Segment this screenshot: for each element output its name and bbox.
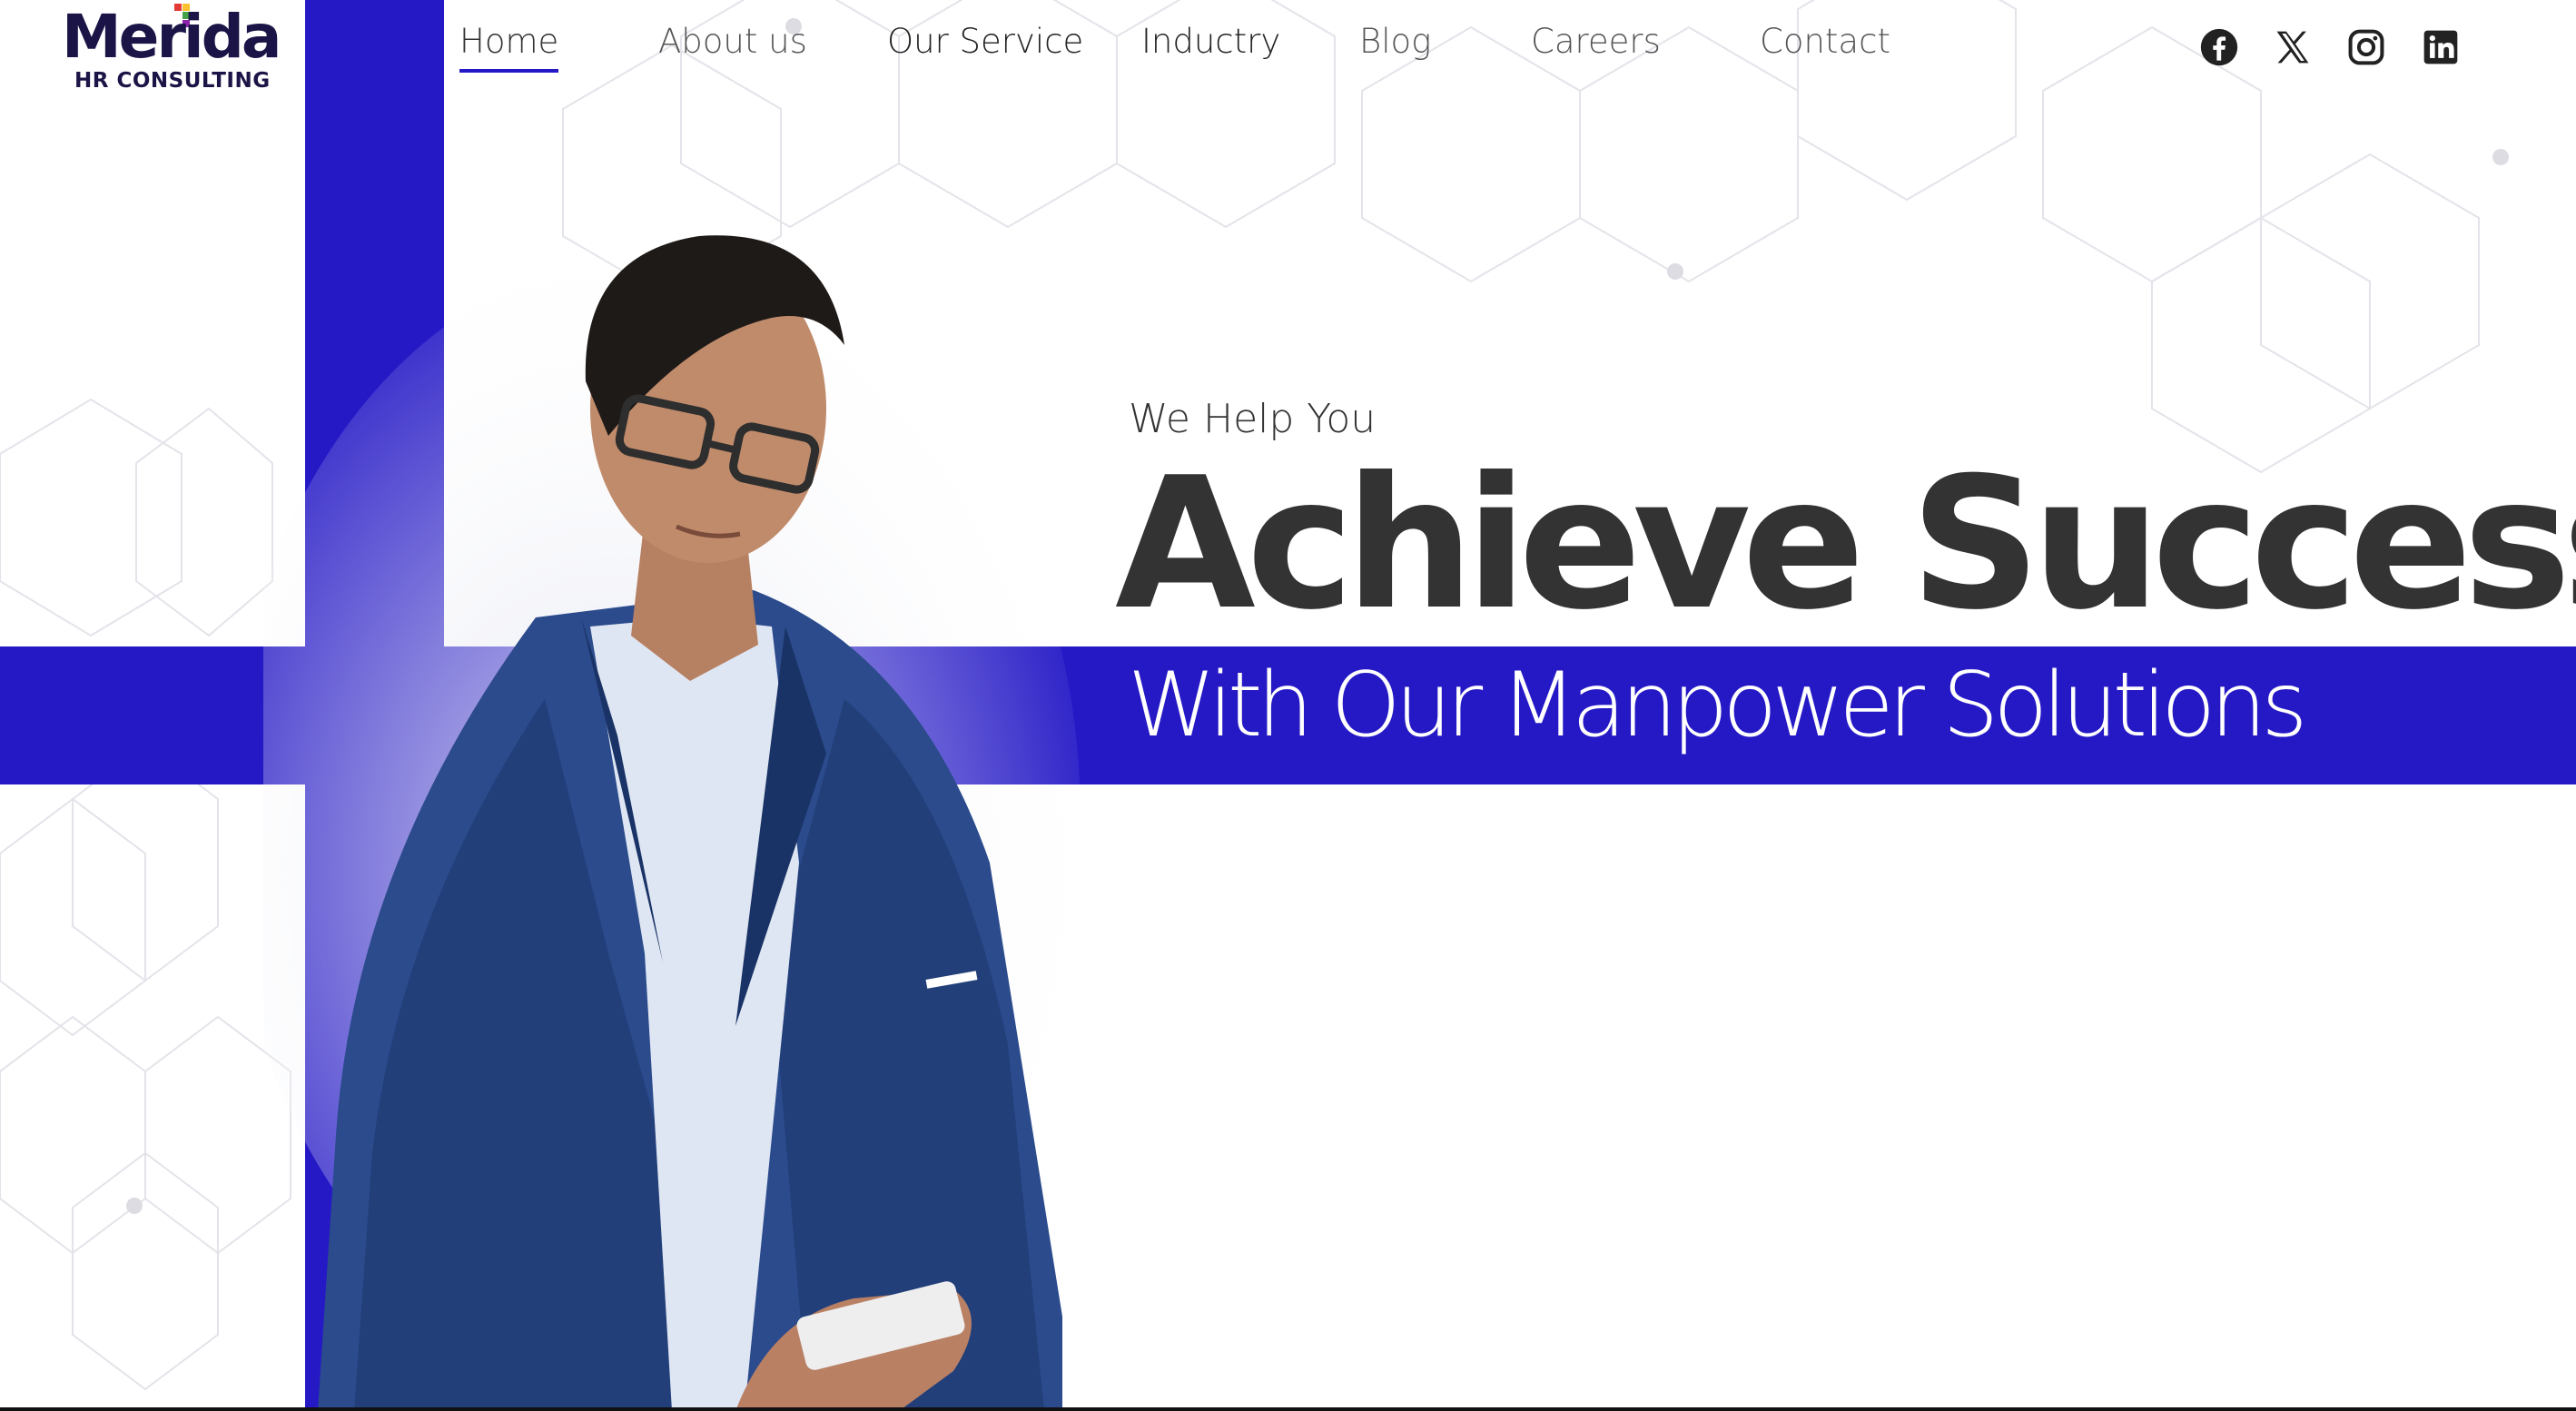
brand-name: Merida <box>62 2 281 72</box>
hero-subheadline: With Our Manpower Solutions <box>1128 654 2307 757</box>
nav-careers-label: Careers <box>1531 22 1661 61</box>
nav-home-label: Home <box>459 22 559 61</box>
hero-person-image <box>263 235 1081 1411</box>
page-bottom-border <box>0 1407 2576 1411</box>
instagram-icon[interactable] <box>2346 27 2386 67</box>
nav-blog[interactable]: Blog <box>1359 22 1431 61</box>
facebook-icon[interactable] <box>2199 27 2239 67</box>
hero-eyebrow: We Help You <box>1129 396 1377 442</box>
hero-headline: Achieve Success <box>1115 439 2576 650</box>
nav-industry-label: Inductry <box>1141 22 1281 61</box>
nav-active-underline <box>459 69 559 73</box>
nav-home[interactable]: Home <box>459 22 559 73</box>
nav-about-us-label: About us <box>658 22 807 61</box>
nav-industry[interactable]: Inductry <box>1141 22 1280 61</box>
brand-tagline: HR CONSULTING <box>74 69 271 93</box>
nav-contact-label: Contact <box>1760 22 1890 61</box>
nav-careers[interactable]: Careers <box>1531 22 1661 61</box>
nav-blog-label: Blog <box>1359 22 1432 61</box>
nav-about-us[interactable]: About us <box>658 22 807 61</box>
linkedin-icon[interactable] <box>2421 27 2461 67</box>
brand-logo[interactable]: Merida HR CONSULTING <box>36 0 305 127</box>
nav-our-service-label: Our Service <box>887 22 1084 61</box>
nav-contact[interactable]: Contact <box>1760 22 1890 61</box>
x-twitter-icon[interactable] <box>2273 27 2313 67</box>
nav-our-service[interactable]: Our Service <box>887 22 1083 61</box>
